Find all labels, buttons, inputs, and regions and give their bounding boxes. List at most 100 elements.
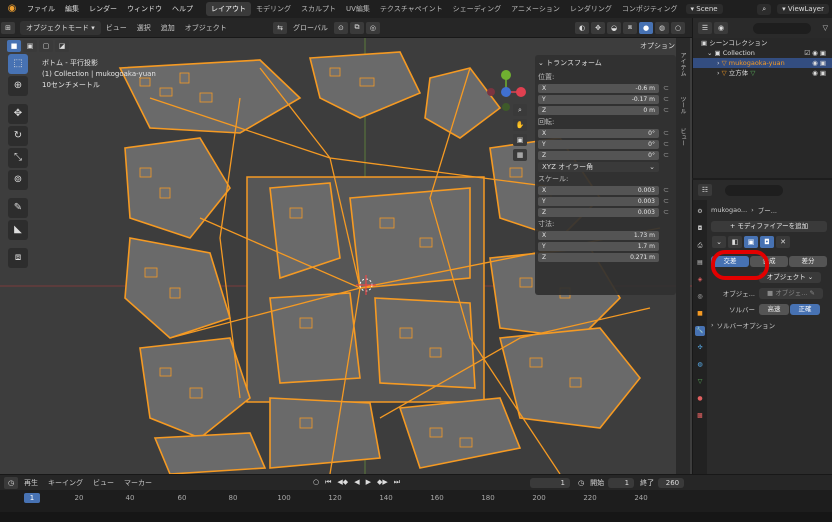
annotate-tool-icon[interactable]: ✎ [8,198,28,218]
particles-tab-icon[interactable]: ✣ [695,343,705,353]
scale-z-field[interactable]: Z 0.003 [538,207,659,217]
record-icon[interactable]: ○ [313,478,319,487]
sidebar-tab-item[interactable]: アイテム [678,52,687,76]
outliner-object-mukogaoka[interactable]: › ▽ mukogaoka-yuan ◉ ▣ [693,58,832,68]
start-frame-field[interactable]: 1 [608,477,635,488]
workspace-tab-uv[interactable]: UV編集 [341,2,375,16]
prev-key-icon[interactable]: ◀◆ [337,478,348,487]
camera-view-icon[interactable]: ▣ [513,134,527,146]
location-x-field[interactable]: X -0.6 m [538,83,659,93]
scale-tool-icon[interactable]: ⤡ [8,148,28,168]
material-shading-icon[interactable]: ◍ [655,21,669,34]
lock-icon[interactable]: ⊂ [659,151,673,159]
blender-logo-icon[interactable]: ◉ [6,3,18,15]
lock-icon[interactable]: ⊂ [659,197,673,205]
xray-icon[interactable]: ⧈ [623,21,637,34]
world-tab-icon[interactable]: ◎ [695,292,705,302]
dimensions-x-field[interactable]: X 1.73 m [538,230,659,240]
transform-tool-icon[interactable]: ⊚ [8,170,28,190]
workspace-tab-shading[interactable]: シェーディング [448,2,507,16]
texture-tab-icon[interactable]: ▩ [695,411,705,421]
solver-fast-button[interactable]: 高速 [759,303,789,315]
menu-view[interactable]: ビュー [88,478,119,488]
display-mode-icon[interactable]: ◉ [714,22,728,34]
outliner-search-input[interactable] [753,22,811,34]
select-box-tool-icon[interactable]: ⬚ [8,54,28,74]
visibility-eye-icon[interactable]: ◉ ▣ [812,58,826,68]
sidebar-tab-view[interactable]: ビュー [678,128,687,146]
editor-type-icon[interactable]: ⊞ [1,21,15,34]
measure-tool-icon[interactable]: ◣ [8,220,28,240]
scale-x-field[interactable]: X 0.003 [538,185,659,195]
rotation-mode-dropdown[interactable]: XYZ オイラー角 ⌄ [538,162,659,172]
visibility-eye-icon[interactable]: ☑ ◉ ▣ [804,48,826,58]
end-frame-field[interactable]: 260 [658,477,685,488]
scene-tab-icon[interactable]: ◈ [695,275,705,285]
menu-object[interactable]: オブジェクト [180,23,232,33]
gizmo-toggle-icon[interactable]: ✥ [591,21,605,34]
rotation-x-field[interactable]: X 0° [538,128,659,138]
scene-selector[interactable]: ▾ Scene [685,4,723,14]
current-frame-field[interactable]: 1 [530,477,570,488]
pivot-icon[interactable]: ⊙ [333,21,348,34]
timeline-ruler[interactable]: 1 20 40 60 80 100 120 140 160 180 200 22… [0,490,832,512]
scale-y-field[interactable]: Y 0.003 [538,196,659,206]
dimensions-z-field[interactable]: Z 0.271 m [538,252,659,262]
3d-viewport[interactable]: ■ ▣ ▢ ◪ オプション ▾ [0,38,692,474]
cursor-tool-icon[interactable]: ⊕ [8,76,28,96]
solid-shading-icon[interactable]: ● [639,21,653,34]
lock-icon[interactable]: ⊂ [659,129,673,137]
workspace-tab-layout[interactable]: レイアウト [206,2,251,16]
menu-add[interactable]: 追加 [156,23,180,33]
outliner-collection[interactable]: ⌄ ▣ Collection ☑ ◉ ▣ [693,48,832,58]
operand-type-dropdown[interactable]: オブジェクト ⌄ [759,271,821,283]
perspective-grid-icon[interactable]: ▦ [513,149,527,161]
physics-tab-icon[interactable]: ◍ [695,360,705,370]
render-tab-icon[interactable]: ◘ [695,224,705,234]
pan-hand-icon[interactable]: ✋ [513,119,527,131]
workspace-tab-animation[interactable]: アニメーション [506,2,565,16]
outliner-object-cube[interactable]: › ▽ 立方体 ▽ ◉ ▣ [693,68,832,78]
close-icon[interactable]: ✕ [776,236,790,248]
add-modifier-button[interactable]: + モディファイアーを追加 [711,220,827,232]
dimensions-y-field[interactable]: Y 1.7 m [538,241,659,251]
proportional-edit-icon[interactable]: ◎ [365,21,380,34]
menu-playback[interactable]: 再生 [19,478,43,488]
rotate-tool-icon[interactable]: ↻ [8,126,28,146]
play-icon[interactable]: ▶ [366,478,371,487]
mode-dropdown[interactable]: オブジェクトモード ▾ [20,20,101,35]
sidebar-tab-tool[interactable]: ツール [678,96,687,114]
operation-difference-button[interactable]: 差分 [789,255,827,267]
editor-type-icon[interactable]: ◷ [4,476,18,489]
constraints-tab-icon[interactable]: ▽ [695,377,705,387]
show-render-icon[interactable]: ◘ [760,236,774,248]
next-key-icon[interactable]: ◆▶ [377,478,388,487]
filter-icon[interactable]: ▽ [823,24,828,32]
menu-select[interactable]: 選択 [132,23,156,33]
modifier-expand-icon[interactable]: ⌄ [712,236,726,248]
rotation-z-field[interactable]: Z 0° [538,150,659,160]
menu-render[interactable]: レンダー [84,4,122,14]
overlays-icon[interactable]: ◒ [607,21,621,34]
editor-type-icon[interactable]: ☷ [698,184,712,196]
rendered-shading-icon[interactable]: ○ [671,21,685,34]
location-z-field[interactable]: Z 0 m [538,105,659,115]
rotation-y-field[interactable]: Y 0° [538,139,659,149]
solver-options-row[interactable]: › ソルバーオプション [711,319,831,331]
menu-file[interactable]: ファイル [22,4,60,14]
view-layer-selector[interactable]: ▾ ViewLayer [777,4,829,14]
show-viewport-icon[interactable]: ▣ [744,236,758,248]
zoom-icon[interactable]: ⌕ [513,104,527,116]
jump-end-icon[interactable]: ⏭ [394,478,400,487]
outliner-scene-collection[interactable]: ▣ シーンコレクション [693,38,832,48]
menu-keying[interactable]: キーイング [43,478,88,488]
visibility-eye-icon[interactable]: ◉ ▣ [812,68,826,78]
material-tab-icon[interactable]: ● [695,394,705,404]
jump-start-icon[interactable]: ⏮ [325,478,331,487]
workspace-tab-modeling[interactable]: モデリング [251,2,296,16]
location-y-field[interactable]: Y -0.17 m [538,94,659,104]
menu-edit[interactable]: 編集 [60,4,84,14]
menu-view[interactable]: ビュー [101,23,132,33]
transform-section-header[interactable]: ⌄ トランスフォーム [538,57,673,70]
lock-icon[interactable]: ⊂ [659,186,673,194]
